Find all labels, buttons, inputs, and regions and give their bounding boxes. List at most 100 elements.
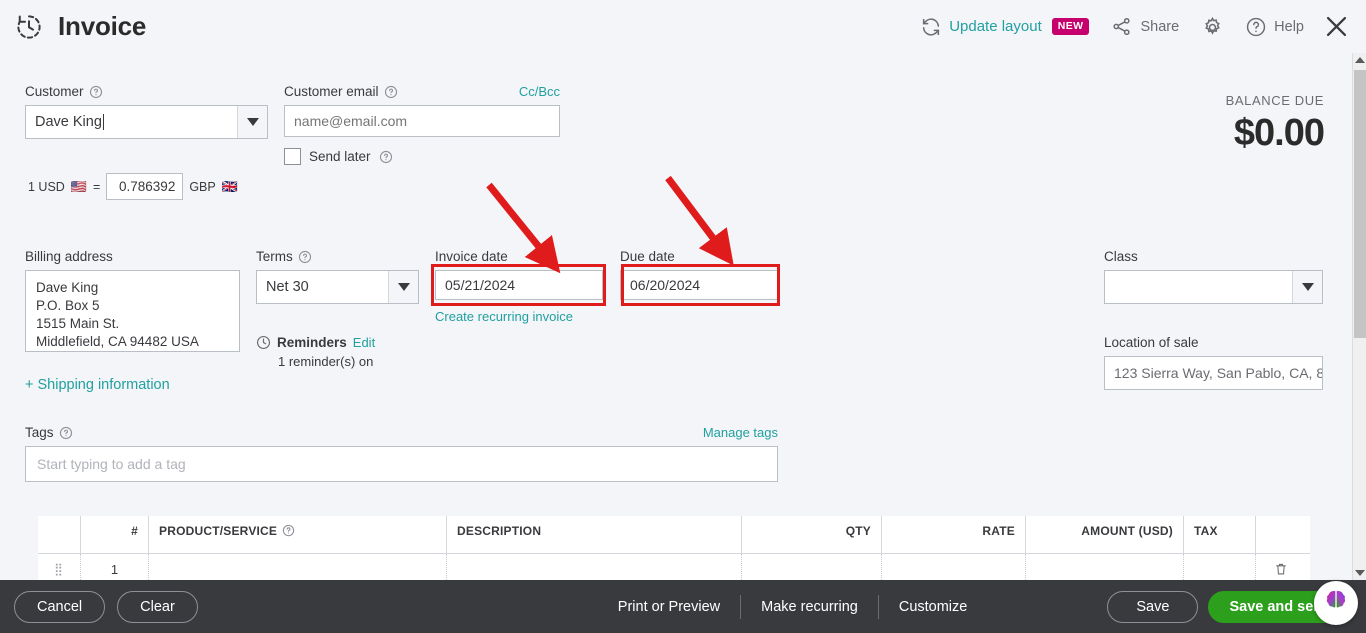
exchange-rate-row: 1 USD 🇺🇸 = 0.786392 GBP 🇬🇧 bbox=[28, 173, 238, 200]
invoice-app-window: Invoice Update layout NEW Share Help Cus… bbox=[0, 0, 1366, 633]
make-recurring-button[interactable]: Make recurring bbox=[741, 596, 878, 618]
terms-dropdown[interactable]: Net 30 bbox=[256, 270, 419, 304]
shipping-information-link[interactable]: + Shipping information bbox=[25, 377, 170, 393]
due-date-input[interactable]: 06/20/2024 bbox=[620, 270, 780, 300]
balance-due-block: BALANCE DUE $0.00 bbox=[1225, 93, 1325, 155]
header-actions: Update layout NEW Share Help bbox=[909, 11, 1352, 43]
customer-value: Dave King bbox=[35, 114, 102, 130]
exchange-prefix: 1 USD bbox=[28, 179, 65, 194]
ai-assistant-button[interactable] bbox=[1314, 581, 1358, 625]
reminders-row: Reminders Edit bbox=[256, 335, 375, 350]
update-layout-label: Update layout bbox=[949, 18, 1042, 35]
help-icon[interactable] bbox=[298, 250, 312, 264]
terms-dropdown-toggle[interactable] bbox=[388, 271, 418, 303]
class-group: Class bbox=[1104, 249, 1323, 304]
location-of-sale-group: Location of sale 123 Sierra Way, San Pab… bbox=[1104, 335, 1323, 390]
due-date-wrap: 06/20/2024 bbox=[620, 264, 780, 306]
column-amount: AMOUNT (USD) bbox=[1025, 516, 1183, 553]
settings-button[interactable] bbox=[1190, 11, 1234, 43]
refresh-icon bbox=[920, 16, 942, 38]
send-later-row: Send later bbox=[284, 148, 560, 165]
tags-input[interactable]: Start typing to add a tag bbox=[25, 446, 778, 482]
class-label: Class bbox=[1104, 249, 1138, 264]
trash-icon bbox=[1274, 561, 1288, 577]
exchange-to-currency: GBP bbox=[189, 179, 216, 194]
customer-input[interactable]: Dave King bbox=[26, 106, 237, 138]
billing-line-4: Middlefield, CA 94482 USA bbox=[36, 333, 199, 349]
customer-field-group: Customer Dave King bbox=[25, 84, 268, 139]
scroll-up-arrow[interactable] bbox=[1353, 53, 1366, 67]
exchange-rate-input[interactable]: 0.786392 bbox=[106, 173, 184, 200]
share-button[interactable]: Share bbox=[1100, 11, 1190, 43]
customer-label: Customer bbox=[25, 84, 268, 99]
line-items-table: # PRODUCT/SERVICE DESCRIPTION QTY RATE A… bbox=[38, 516, 1310, 584]
new-badge: NEW bbox=[1051, 18, 1090, 35]
class-dropdown-toggle[interactable] bbox=[1292, 271, 1322, 303]
close-icon[interactable] bbox=[1323, 13, 1350, 40]
customer-dropdown[interactable]: Dave King bbox=[25, 105, 268, 139]
terms-value: Net 30 bbox=[266, 279, 309, 295]
customer-label-text: Customer bbox=[25, 84, 84, 99]
help-icon[interactable] bbox=[379, 150, 393, 164]
scrollbar-thumb[interactable] bbox=[1354, 70, 1366, 338]
balance-due-amount: $0.00 bbox=[1233, 112, 1325, 154]
column-description: DESCRIPTION bbox=[446, 516, 741, 553]
customer-dropdown-toggle[interactable] bbox=[237, 106, 267, 138]
invoice-date-group: Invoice date 05/21/2024 Create recurring… bbox=[431, 249, 606, 326]
customer-email-input[interactable] bbox=[284, 105, 560, 137]
billing-address-textarea[interactable]: Dave King P.O. Box 5 1515 Main St. Middl… bbox=[25, 270, 240, 352]
help-icon[interactable] bbox=[282, 524, 296, 538]
customer-email-label-row: Customer email Cc/Bcc bbox=[284, 84, 560, 99]
terms-label: Terms bbox=[256, 249, 293, 264]
share-icon bbox=[1111, 16, 1133, 38]
scroll-down-arrow[interactable] bbox=[1353, 566, 1366, 580]
reminders-detail: 1 reminder(s) on bbox=[278, 354, 374, 369]
class-dropdown[interactable] bbox=[1104, 270, 1323, 304]
drag-dots: ⣿ bbox=[54, 562, 64, 576]
column-product-service: PRODUCT/SERVICE bbox=[148, 516, 446, 553]
column-drag bbox=[38, 516, 80, 553]
cancel-button[interactable]: Cancel bbox=[14, 590, 106, 623]
print-or-preview-button[interactable]: Print or Preview bbox=[598, 596, 740, 618]
billing-address-label: Billing address bbox=[25, 249, 113, 264]
help-button[interactable]: Help bbox=[1234, 11, 1315, 43]
billing-line-2: P.O. Box 5 bbox=[36, 297, 100, 313]
create-recurring-invoice-link[interactable]: Create recurring invoice bbox=[435, 309, 573, 324]
location-of-sale-label: Location of sale bbox=[1104, 335, 1199, 350]
cc-bcc-link[interactable]: Cc/Bcc bbox=[519, 84, 560, 99]
customize-button[interactable]: Customize bbox=[879, 596, 988, 618]
us-flag-icon: 🇺🇸 bbox=[70, 179, 88, 194]
page-header: Invoice Update layout NEW Share Help bbox=[0, 0, 1366, 53]
page-title: Invoice bbox=[58, 11, 147, 41]
invoice-date-input[interactable]: 05/21/2024 bbox=[435, 270, 603, 300]
column-product-service-label: PRODUCT/SERVICE bbox=[159, 523, 278, 538]
invoice-date-label: Invoice date bbox=[435, 249, 508, 264]
reminders-edit-link[interactable]: Edit bbox=[353, 335, 375, 350]
balance-due-label: BALANCE DUE bbox=[1225, 93, 1324, 108]
manage-tags-link[interactable]: Manage tags bbox=[703, 425, 778, 440]
help-icon[interactable] bbox=[89, 85, 103, 99]
help-icon[interactable] bbox=[59, 426, 73, 440]
terms-group: Terms Net 30 bbox=[256, 249, 419, 304]
billing-line-3: 1515 Main St. bbox=[36, 315, 120, 331]
share-label: Share bbox=[1140, 18, 1180, 35]
invoice-form-canvas: Customer Dave King 1 USD 🇺� bbox=[0, 53, 1352, 633]
send-later-checkbox[interactable] bbox=[284, 148, 301, 165]
send-later-label: Send later bbox=[309, 149, 371, 164]
reminders-block: Reminders Edit 1 reminder(s) on bbox=[256, 335, 375, 369]
clear-button[interactable]: Clear bbox=[117, 590, 198, 623]
tags-label: Tags bbox=[25, 425, 54, 440]
column-tax: TAX bbox=[1183, 516, 1255, 553]
class-value bbox=[1105, 271, 1292, 303]
chevron-down-icon bbox=[1301, 283, 1314, 291]
history-clock-icon[interactable] bbox=[14, 12, 44, 42]
clock-icon bbox=[256, 335, 271, 350]
column-actions bbox=[1255, 516, 1305, 553]
chevron-down-icon bbox=[397, 283, 410, 291]
help-icon[interactable] bbox=[384, 85, 398, 99]
location-of-sale-input[interactable]: 123 Sierra Way, San Pablo, CA, 879 bbox=[1104, 356, 1323, 390]
update-layout-button[interactable]: Update layout NEW bbox=[909, 11, 1100, 43]
due-date-label: Due date bbox=[620, 249, 675, 264]
vertical-scrollbar[interactable] bbox=[1352, 53, 1366, 580]
save-button[interactable]: Save bbox=[1107, 590, 1199, 623]
